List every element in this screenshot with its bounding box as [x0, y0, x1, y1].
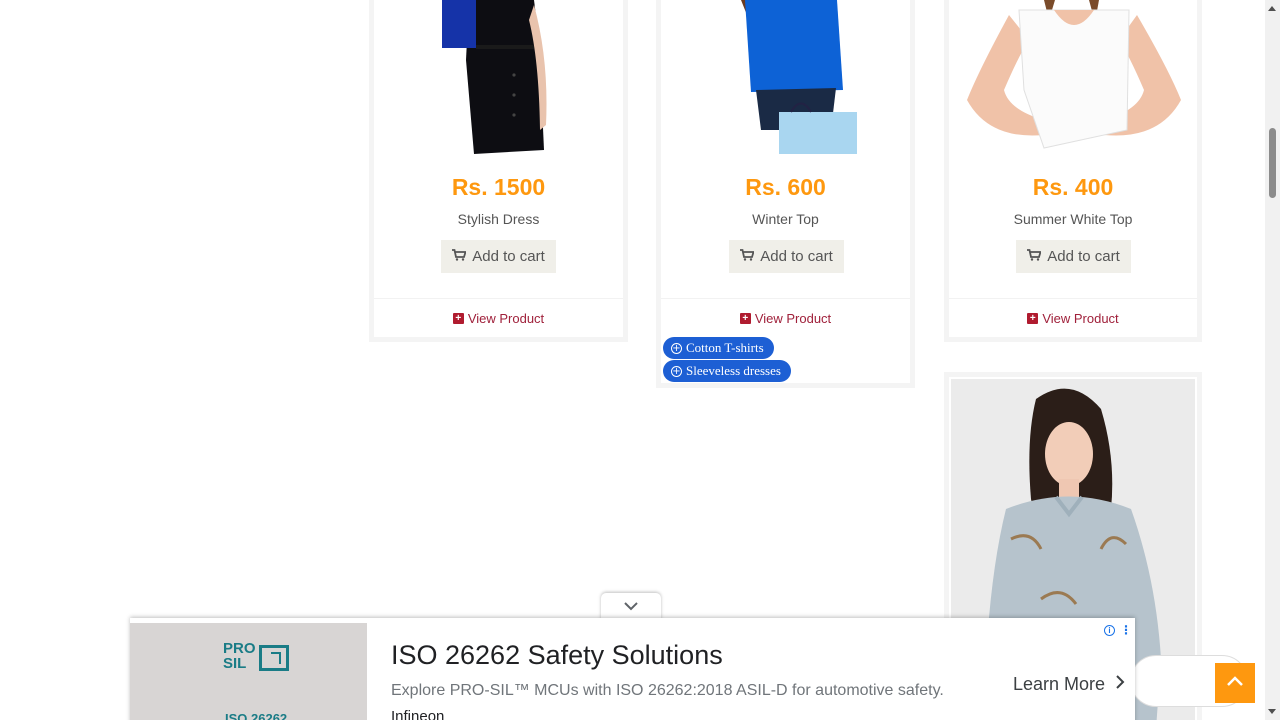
product-image-stylish-dress[interactable] — [374, 0, 623, 154]
product-price: Rs. 600 — [745, 174, 826, 200]
plus-square-icon: + — [739, 313, 751, 324]
view-product-link[interactable]: + View Product — [949, 311, 1197, 326]
add-to-cart-button[interactable]: Add to cart — [1016, 240, 1131, 273]
logo-text-line1: PRO — [223, 640, 256, 657]
product-name: Summer White Top — [1013, 211, 1133, 227]
add-to-cart-button[interactable]: Add to cart — [441, 240, 556, 273]
product-name: Stylish Dress — [457, 211, 540, 227]
ad-menu-icon[interactable]: ⋮ — [1120, 624, 1132, 636]
ad-info-controls: i ⋮ — [1104, 624, 1132, 636]
chevron-up-icon — [1226, 674, 1244, 692]
product-card-summer-white-top: Rs. 400 Summer White Top Add to cart + V… — [944, 0, 1202, 342]
view-product-label: View Product — [754, 311, 832, 326]
card-divider — [661, 298, 910, 299]
view-product-label: View Product — [467, 311, 545, 326]
scroll-down-arrow-icon[interactable] — [1268, 709, 1276, 714]
ad-image-caption: ISO 26262 — [225, 711, 288, 720]
plus-circle-icon: + — [671, 342, 682, 354]
product-price: Rs. 400 — [1032, 174, 1114, 200]
card-divider — [374, 298, 623, 299]
scrollbar-thumb[interactable] — [1269, 128, 1276, 198]
plus-square-icon: + — [1027, 313, 1039, 324]
vertical-scrollbar[interactable] — [1265, 0, 1280, 720]
logo-text-line2: SIL — [223, 655, 247, 672]
learn-more-label: Learn More — [1013, 674, 1106, 694]
ad-description: Explore PRO-SIL™ MCUs with ISO 26262:201… — [391, 682, 944, 699]
ad-banner[interactable]: PRO SIL ISO 26262 ISO 26262 Safety Solut… — [130, 618, 1135, 720]
view-product-link[interactable]: + View Product — [661, 311, 910, 326]
add-to-cart-button[interactable]: Add to cart — [729, 240, 844, 273]
ad-image[interactable]: PRO SIL ISO 26262 — [130, 623, 367, 720]
product-name: Winter Top — [752, 211, 819, 227]
chevron-right-icon — [1115, 674, 1125, 695]
tag-label: Cotton T-shirts — [686, 340, 764, 355]
page: Rs. 1500 Stylish Dress Add to cart + Vie… — [0, 0, 1280, 720]
learn-more-button[interactable]: Learn More — [1013, 674, 1125, 695]
ad-advertiser: Infineon — [391, 708, 445, 720]
product-image-winter-top[interactable] — [661, 0, 910, 154]
logo-inner-mark — [271, 652, 281, 664]
add-to-cart-label: Add to cart — [1047, 248, 1120, 265]
view-product-label: View Product — [1042, 311, 1119, 326]
product-card-winter-top: Rs. 600 Winter Top Add to cart + View Pr… — [656, 0, 915, 388]
ad-info-icon[interactable]: i — [1104, 624, 1115, 636]
add-to-cart-label: Add to cart — [760, 248, 833, 265]
shopping-cart-icon — [740, 248, 755, 265]
shopping-cart-icon — [1027, 248, 1042, 265]
tag-label: Sleeveless dresses — [686, 363, 781, 378]
tag-cotton-tshirts[interactable]: + Cotton T-shirts — [663, 337, 774, 359]
ad-collapse-button[interactable] — [601, 593, 661, 620]
ad-title[interactable]: ISO 26262 Safety Solutions — [391, 640, 723, 671]
product-price: Rs. 1500 — [451, 174, 546, 200]
plus-circle-icon: + — [671, 365, 682, 377]
add-to-cart-label: Add to cart — [472, 248, 545, 265]
chevron-down-icon — [623, 598, 639, 616]
view-product-link[interactable]: + View Product — [374, 311, 623, 326]
plus-square-icon: + — [452, 313, 464, 324]
card-divider — [949, 298, 1197, 299]
shopping-cart-icon — [452, 248, 467, 265]
product-image-summer-white-top[interactable] — [949, 0, 1197, 154]
tag-sleeveless-dresses[interactable]: + Sleeveless dresses — [663, 360, 791, 382]
product-card-stylish-dress: Rs. 1500 Stylish Dress Add to cart + Vie… — [369, 0, 628, 342]
scroll-to-top-button[interactable] — [1215, 663, 1255, 703]
scroll-up-arrow-icon[interactable] — [1268, 6, 1276, 11]
